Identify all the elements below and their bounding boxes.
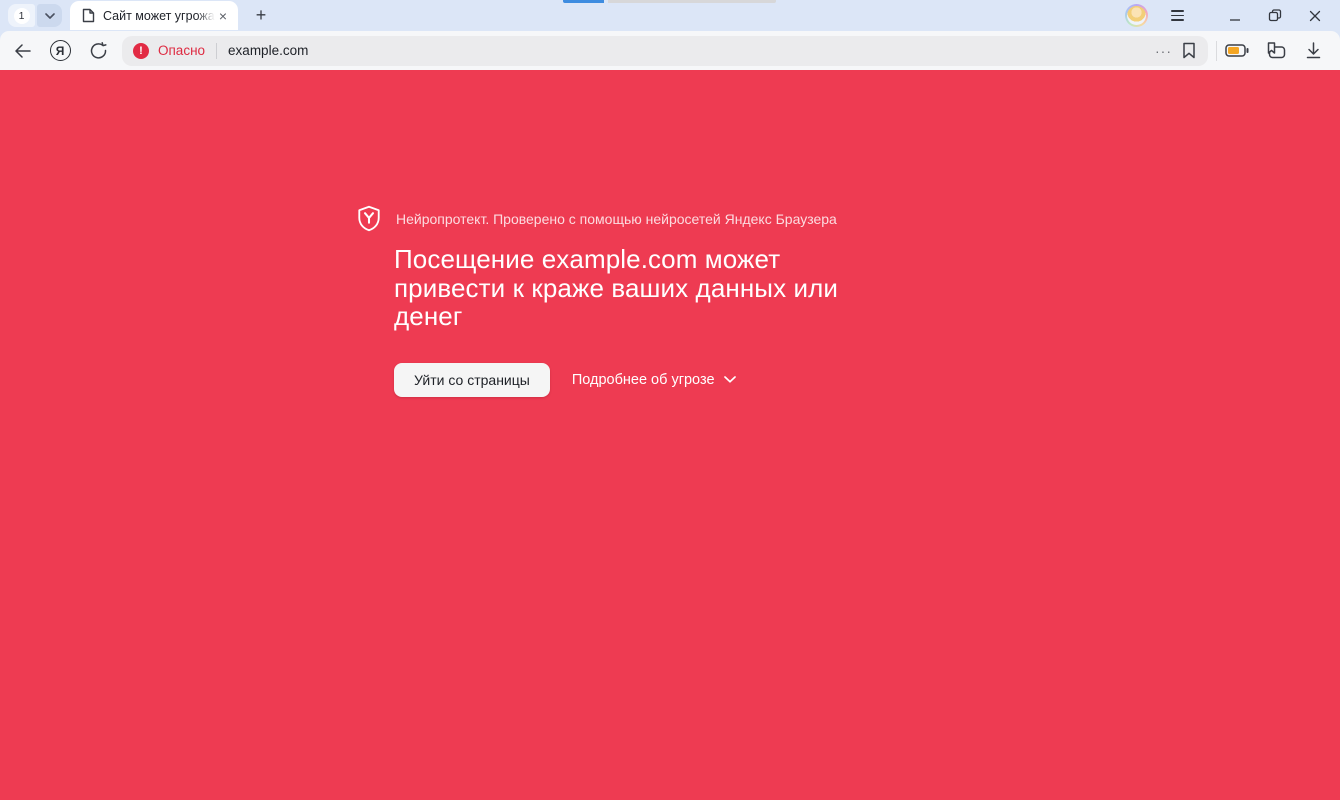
window-restore-button[interactable] [1261, 4, 1289, 28]
threat-details-link[interactable]: Подробнее об угрозе [572, 372, 736, 388]
toolbar-divider [1216, 41, 1217, 61]
battery-saver-button[interactable] [1223, 37, 1251, 65]
tab-count-button[interactable]: 1 [8, 4, 35, 27]
reload-icon [90, 42, 107, 59]
security-warning-page: Нейропротект. Проверено с помощью нейрос… [0, 70, 1340, 800]
yandex-home-button[interactable]: Я [46, 37, 74, 65]
avatar-image [1127, 6, 1146, 25]
bookmark-button[interactable] [1180, 40, 1198, 61]
side-panel-button[interactable] [1261, 37, 1289, 65]
action-row: Уйти со страницы Подробнее об угрозе [394, 363, 916, 397]
tab-count-badge: 1 [14, 8, 30, 24]
address-bar[interactable]: ! Опасно example.com ··· [122, 36, 1208, 66]
danger-badge-icon[interactable]: ! [133, 43, 149, 59]
navigation-toolbar: Я ! Опасно example.com ··· [0, 31, 1340, 70]
download-icon [1306, 42, 1321, 59]
chevron-down-icon [724, 376, 736, 383]
downloads-button[interactable] [1299, 37, 1327, 65]
extensions-overflow-button[interactable]: ··· [1147, 43, 1180, 59]
battery-icon [1225, 44, 1249, 57]
warning-content: Нейропротект. Проверено с помощью нейрос… [356, 205, 916, 397]
tab-bar: 1 Сайт может угрожать безопасности × + [0, 0, 1340, 31]
back-arrow-icon [14, 44, 31, 58]
side-panel-icon [1265, 42, 1286, 59]
security-status-label[interactable]: Опасно [158, 43, 205, 58]
back-button[interactable] [8, 37, 36, 65]
tab-strip-progress [563, 0, 776, 3]
page-title: Посещение example.com может привести к к… [394, 245, 896, 331]
chevron-down-icon [45, 13, 55, 19]
bookmark-flag-icon [1182, 42, 1196, 59]
browser-window: 1 Сайт может угрожать безопасности × + [0, 0, 1340, 800]
new-tab-button[interactable]: + [248, 3, 274, 29]
yandex-logo-icon: Я [50, 40, 71, 61]
window-minimize-button[interactable] [1221, 4, 1249, 28]
progress-track-segment [608, 0, 776, 3]
browser-menu-button[interactable] [1165, 10, 1189, 21]
close-icon [1309, 10, 1321, 22]
tab-active[interactable]: Сайт может угрожать безопасности × [70, 1, 238, 30]
tab-close-icon[interactable]: × [217, 7, 229, 25]
leave-page-button[interactable]: Уйти со страницы [394, 363, 550, 397]
reload-button[interactable] [84, 37, 112, 65]
protect-label: Нейропротект. Проверено с помощью нейрос… [396, 211, 837, 227]
window-close-button[interactable] [1301, 4, 1329, 28]
protect-header: Нейропротект. Проверено с помощью нейрос… [356, 205, 916, 232]
tab-list-dropdown-button[interactable] [37, 4, 62, 27]
minimize-icon [1229, 10, 1241, 22]
url-text[interactable]: example.com [228, 43, 308, 58]
urlbar-divider [216, 43, 217, 59]
progress-filled-segment [563, 0, 604, 3]
profile-avatar[interactable] [1125, 4, 1148, 27]
protect-shield-icon [356, 205, 382, 232]
restore-icon [1268, 9, 1282, 22]
tab-title: Сайт может угрожать безопасности [103, 9, 217, 23]
threat-details-label: Подробнее об угрозе [572, 372, 715, 388]
page-document-icon [82, 8, 95, 23]
